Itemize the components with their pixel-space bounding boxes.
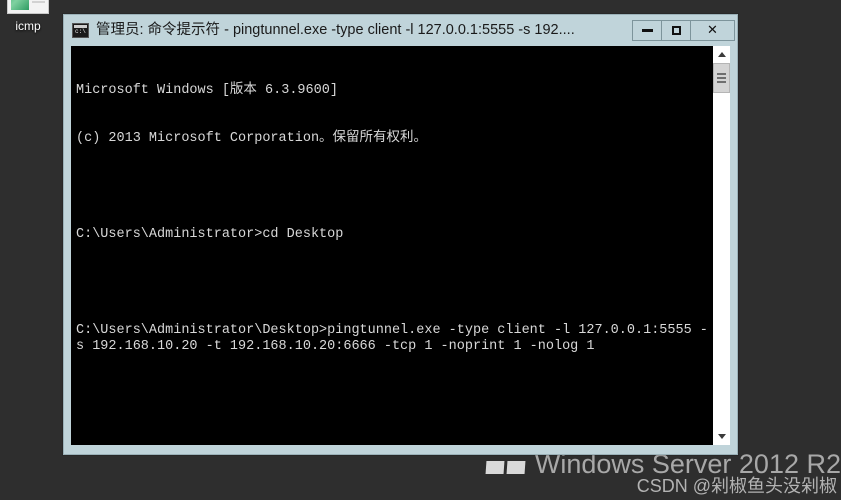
desktop-shortcut-icmp[interactable]: icmp <box>0 0 56 33</box>
grip-lines-icon <box>717 73 726 75</box>
maximize-icon <box>671 25 681 35</box>
console-scrollbar[interactable] <box>712 46 730 445</box>
desktop-shortcut-label: icmp <box>15 19 41 33</box>
icon-thumbnail <box>11 0 29 10</box>
close-icon: ✕ <box>707 22 718 38</box>
command-prompt-icon <box>72 22 89 38</box>
window-controls: ✕ <box>632 19 735 41</box>
csdn-attribution-watermark: CSDN @剁椒鱼头没剁椒 <box>636 476 837 496</box>
grip-lines-icon <box>717 81 726 83</box>
scrollbar-down-button[interactable] <box>713 428 730 445</box>
document-preview-icon <box>7 0 49 14</box>
minimize-icon <box>641 28 653 32</box>
chevron-down-icon <box>717 434 726 439</box>
window-title-text: 管理员: 命令提示符 - pingtunnel.exe -type client… <box>96 22 575 38</box>
scrollbar-thumb[interactable] <box>713 63 730 93</box>
grip-lines-icon <box>717 77 726 79</box>
desktop-background[interactable]: icmp Windows Server 2012 R2 CSDN @剁椒鱼头没剁… <box>0 0 841 500</box>
scrollbar-track[interactable] <box>713 63 730 428</box>
maximize-button[interactable] <box>661 19 691 41</box>
command-prompt-window[interactable]: 管理员: 命令提示符 - pingtunnel.exe -type client… <box>63 14 738 455</box>
console-client-area[interactable]: Microsoft Windows [版本 6.3.9600] (c) 2013… <box>71 46 730 445</box>
console-line: (c) 2013 Microsoft Corporation。保留所有权利。 <box>76 131 428 146</box>
console-line: C:\Users\Administrator\Desktop>pingtunne… <box>76 323 708 354</box>
console-line: Microsoft Windows [版本 6.3.9600] <box>76 83 338 98</box>
window-title-bar[interactable]: 管理员: 命令提示符 - pingtunnel.exe -type client… <box>64 15 737 45</box>
close-button[interactable]: ✕ <box>690 19 735 41</box>
scrollbar-up-button[interactable] <box>713 46 730 63</box>
chevron-up-icon <box>717 52 726 57</box>
console-output[interactable]: Microsoft Windows [版本 6.3.9600] (c) 2013… <box>71 46 712 445</box>
icon-lines <box>32 0 45 10</box>
windows-logo-icon <box>485 461 526 474</box>
console-line: C:\Users\Administrator>cd Desktop <box>76 227 344 242</box>
minimize-button[interactable] <box>632 19 662 41</box>
